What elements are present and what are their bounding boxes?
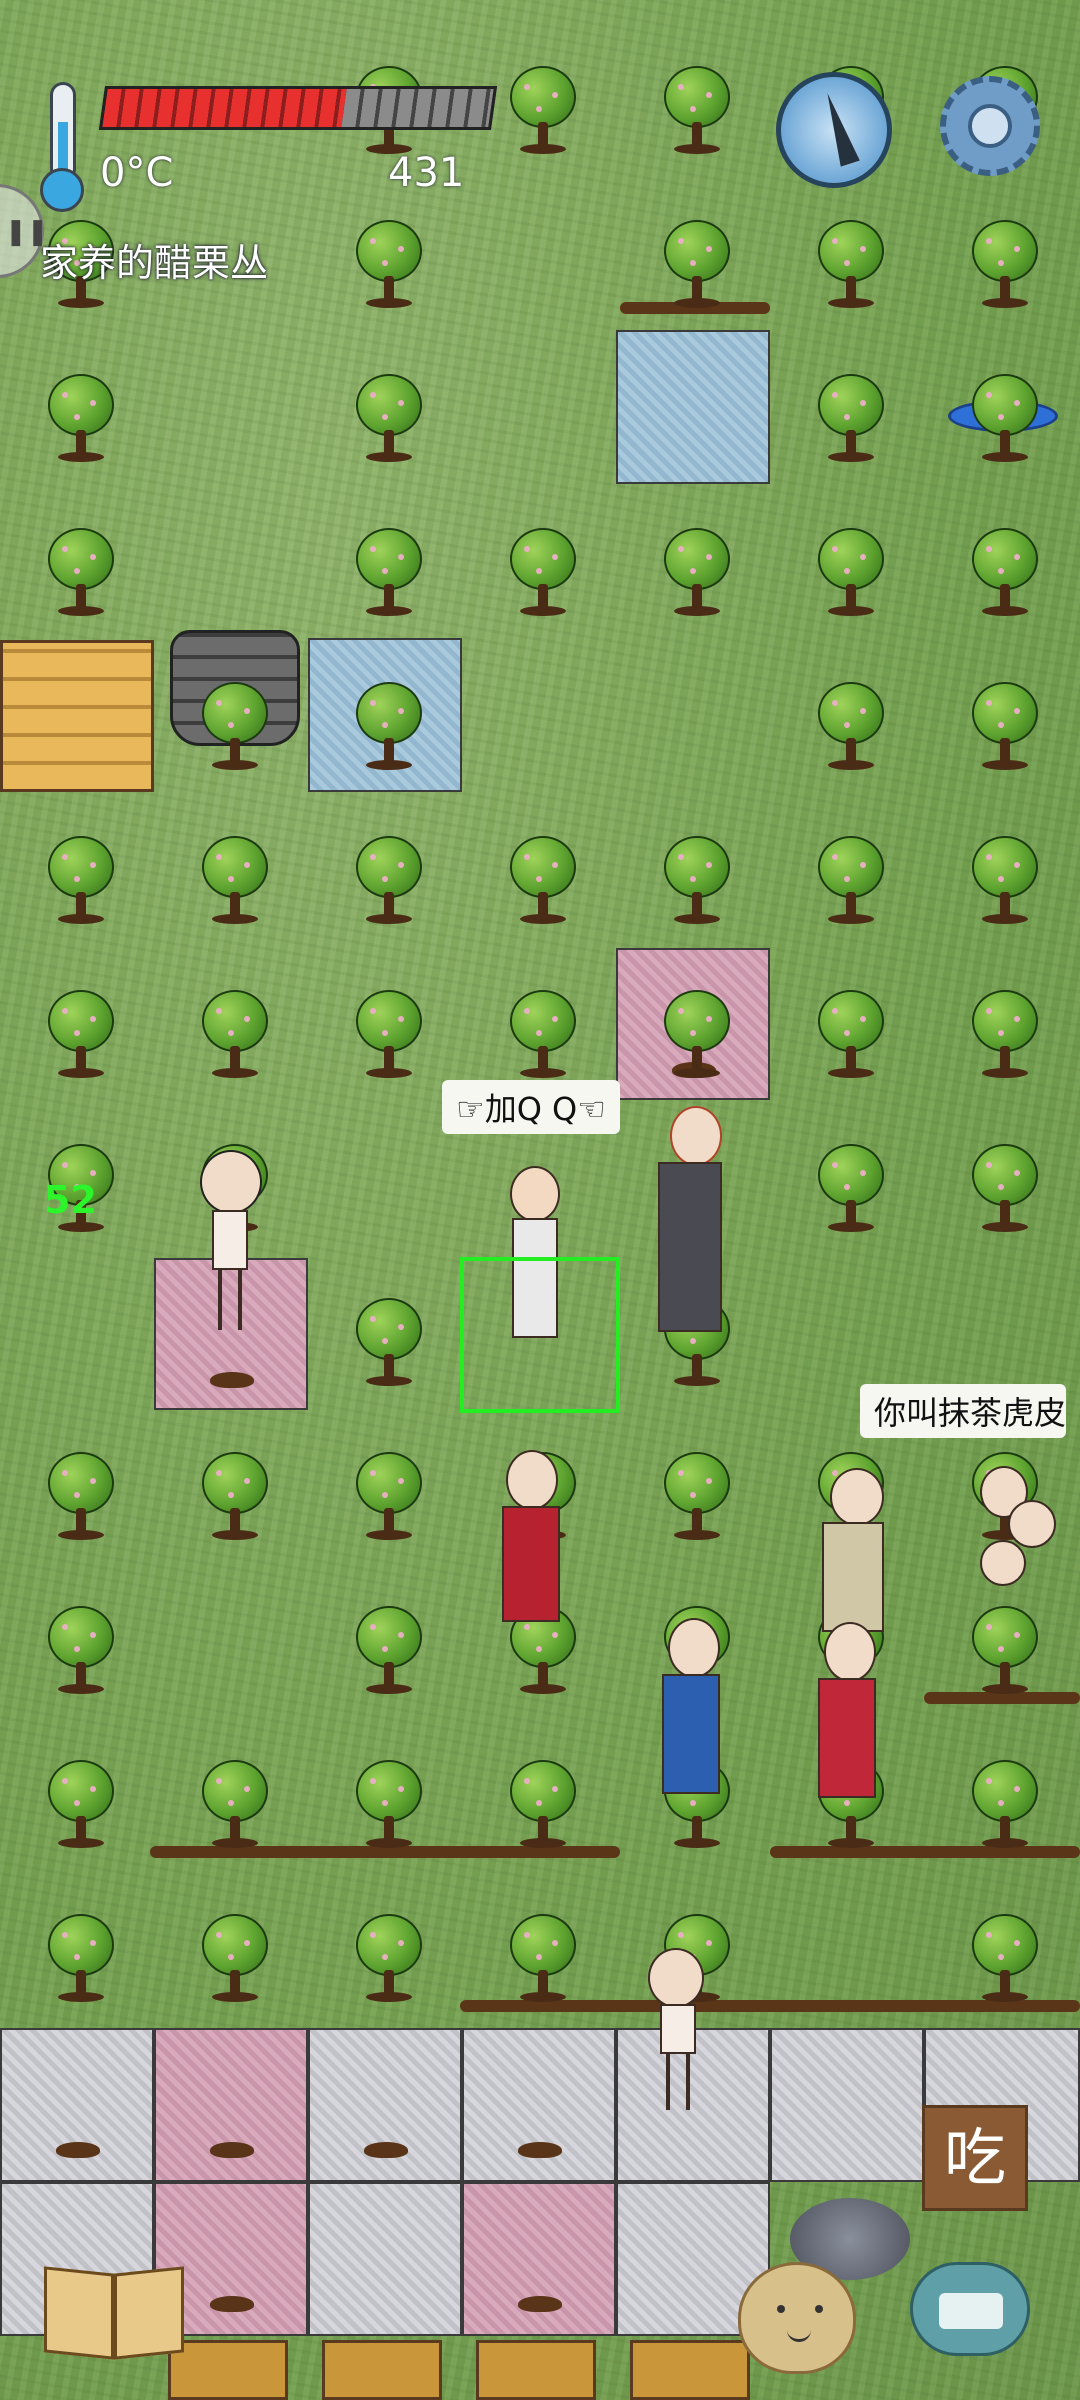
gooseberry-bush[interactable] [46,1452,116,1542]
gooseberry-bush[interactable] [970,1144,1040,1234]
gooseberry-bush[interactable] [816,528,886,618]
gooseberry-bush[interactable] [970,528,1040,618]
stone-floor-tile[interactable] [308,2182,462,2336]
gooseberry-bush[interactable] [970,374,1040,464]
gooseberry-bush[interactable] [816,1144,886,1234]
book-icon[interactable] [40,2260,190,2360]
gear-icon[interactable] [930,66,1050,186]
speech-bubble: ☞加Q Q☜ [442,1080,620,1134]
gooseberry-bush[interactable] [970,1760,1040,1850]
gooseberry-bush[interactable] [970,990,1040,1080]
gooseberry-bush[interactable] [354,1760,424,1850]
gooseberry-bush[interactable] [354,1606,424,1696]
gooseberry-bush[interactable] [662,990,732,1080]
food-count: 431 [388,150,465,196]
gooseberry-bush[interactable] [354,528,424,618]
gooseberry-bush[interactable] [508,836,578,926]
hovered-object-label: 家养的醋栗丛 [40,241,269,285]
gooseberry-bush[interactable] [200,1760,270,1850]
gooseberry-bush[interactable] [816,990,886,1080]
gooseberry-bush[interactable] [970,1914,1040,2004]
gooseberry-bush[interactable] [354,1298,424,1388]
npc-elder-white-hat[interactable] [808,1460,898,1640]
temperature-readout: 0°C [100,150,174,196]
npc-mother-with-babies[interactable] [950,1456,1060,1606]
gooseberry-bush[interactable] [354,1452,424,1542]
stone-floor-tile[interactable] [462,2028,616,2182]
gooseberry-bush[interactable] [46,836,116,926]
gooseberry-bush[interactable] [662,220,732,310]
gooseberry-bush[interactable] [970,682,1040,772]
gooseberry-bush[interactable] [816,836,886,926]
gooseberry-bush[interactable] [354,220,424,310]
handcart[interactable] [630,2340,750,2400]
npc-woman-red-hair[interactable] [650,1106,730,1346]
gooseberry-bush[interactable] [508,990,578,1080]
food-meter [98,86,498,130]
gooseberry-bush[interactable] [662,528,732,618]
gooseberry-bush[interactable] [354,836,424,926]
stone-floor-tile[interactable] [770,2028,924,2182]
gooseberry-bush[interactable] [354,990,424,1080]
gooseberry-bush[interactable] [508,1760,578,1850]
gooseberry-bush[interactable] [200,836,270,926]
gooseberry-bush[interactable] [46,1914,116,2004]
gooseberry-bush[interactable] [46,374,116,464]
tilled-soil-tile[interactable] [462,2182,616,2336]
gooseberry-bush[interactable] [816,220,886,310]
gooseberry-bush[interactable] [46,528,116,618]
gooseberry-bush[interactable] [816,374,886,464]
gooseberry-bush[interactable] [200,990,270,1080]
npc-woman-blue-dress[interactable] [652,1618,732,1808]
speech-bubble: 你叫抹茶虎皮 [860,1384,1067,1438]
handcart[interactable] [322,2340,442,2400]
gooseberry-bush[interactable] [508,66,578,156]
npc-child-dark-hair[interactable] [194,1150,264,1350]
gooseberry-bush[interactable] [816,682,886,772]
gooseberry-bush[interactable] [46,990,116,1080]
gooseberry-bush[interactable] [354,374,424,464]
gooseberry-bush[interactable] [662,1452,732,1542]
stone-floor-tile[interactable] [308,2028,462,2182]
water-tile[interactable] [616,330,770,484]
gooseberry-bush[interactable] [662,836,732,926]
gooseberry-bush[interactable] [200,1914,270,2004]
npc-woman-red-dress[interactable] [808,1622,888,1812]
npc-child-walking[interactable] [640,1948,730,2118]
gooseberry-bush[interactable] [970,220,1040,310]
gooseberry-bush[interactable] [970,836,1040,926]
gooseberry-bush[interactable] [970,1606,1040,1696]
gooseberry-bush[interactable] [508,528,578,618]
gooseberry-bush[interactable] [354,1914,424,2004]
game-world[interactable]: ☞加Q Q☜ 你叫抹茶虎皮 [0,0,1080,2400]
gooseberry-bush[interactable] [46,1606,116,1696]
compass-icon[interactable] [776,72,892,188]
handcart[interactable] [476,2340,596,2400]
eat-button[interactable]: 吃 [922,2105,1028,2211]
gooseberry-bush[interactable] [662,66,732,156]
gooseberry-bush[interactable] [46,1760,116,1850]
gooseberry-bush[interactable] [200,682,270,772]
gooseberry-bush[interactable] [200,1452,270,1542]
gooseberry-bush[interactable] [508,1914,578,2004]
age-counter: 52 [44,1178,97,1222]
storage-crate[interactable] [0,640,154,792]
thermometer-icon [38,82,90,212]
keyboard-icon[interactable] [910,2262,1030,2356]
tilled-soil-tile[interactable] [154,2028,308,2182]
gooseberry-bush[interactable] [354,682,424,772]
emote-face-icon[interactable] [738,2262,856,2374]
selection-highlight [460,1257,620,1413]
npc-woman-red-cloak[interactable] [496,1450,566,1630]
stone-floor-tile[interactable] [0,2028,154,2182]
